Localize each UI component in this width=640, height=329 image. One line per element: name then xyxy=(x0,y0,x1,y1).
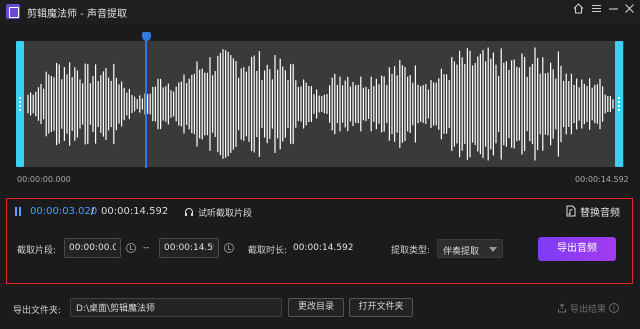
segment-label: 截取片段: xyxy=(17,246,57,256)
waveform-panel[interactable] xyxy=(16,41,624,167)
file-audio-icon xyxy=(566,205,576,217)
duration-value: 00:00:14.592 xyxy=(293,243,354,253)
waveform-end-time: 00:00:14.592 xyxy=(575,175,629,184)
pause-button[interactable] xyxy=(13,206,23,217)
extract-type-select[interactable]: 伴奏提取 xyxy=(437,239,503,258)
export-icon xyxy=(558,303,566,313)
replace-audio-button[interactable]: 替换音频 xyxy=(566,204,620,219)
export-result-button[interactable]: 导出结果 i xyxy=(557,302,620,315)
window-title: 剪辑魔法师 - 声音提取 xyxy=(27,9,127,20)
headphones-icon xyxy=(185,208,193,216)
close-icon[interactable] xyxy=(621,3,637,19)
title-bar: 剪辑魔法师 - 声音提取 xyxy=(0,0,640,24)
change-directory-button[interactable]: 更改目录 xyxy=(288,298,344,317)
grip-icon xyxy=(618,97,620,111)
preview-segment-label: 试听截取片段 xyxy=(198,208,253,219)
segment-end-input[interactable] xyxy=(159,238,219,258)
home-icon[interactable] xyxy=(570,3,586,19)
segment-start-input[interactable] xyxy=(64,238,121,258)
clock-icon[interactable] xyxy=(126,243,136,253)
playhead-handle[interactable] xyxy=(141,32,151,41)
grip-icon xyxy=(19,97,21,111)
playhead-line xyxy=(145,38,148,168)
info-icon: i xyxy=(609,303,620,313)
audio-waveform xyxy=(27,47,614,161)
preview-segment-button[interactable]: 试听截取片段 xyxy=(184,205,252,219)
waveform-start-time: 00:00:00.000 xyxy=(17,175,71,184)
clock-icon[interactable] xyxy=(224,243,234,253)
export-result-label: 导出结果 xyxy=(570,304,607,315)
replace-audio-label: 替换音频 xyxy=(580,207,620,219)
extract-type-value: 伴奏提取 xyxy=(443,247,480,257)
current-time: 00:00:03.020 xyxy=(30,206,98,217)
trim-end-handle[interactable] xyxy=(615,41,623,167)
time-separator: / xyxy=(91,206,95,217)
app-logo-icon xyxy=(6,4,20,19)
output-path-input[interactable] xyxy=(70,298,282,317)
menu-icon[interactable] xyxy=(588,3,604,19)
duration-label: 截取时长: xyxy=(248,246,288,256)
segment-range-separator: -- xyxy=(143,243,150,253)
open-folder-button[interactable]: 打开文件夹 xyxy=(349,298,413,317)
total-time: 00:00:14.592 xyxy=(101,206,169,217)
minimize-icon[interactable] xyxy=(605,3,621,19)
trim-start-handle[interactable] xyxy=(16,41,24,167)
extract-type-label: 提取类型: xyxy=(391,246,431,256)
output-folder-label: 导出文件夹: xyxy=(13,306,62,316)
chevron-down-icon xyxy=(489,247,497,252)
export-audio-button[interactable]: 导出音频 xyxy=(538,237,616,261)
